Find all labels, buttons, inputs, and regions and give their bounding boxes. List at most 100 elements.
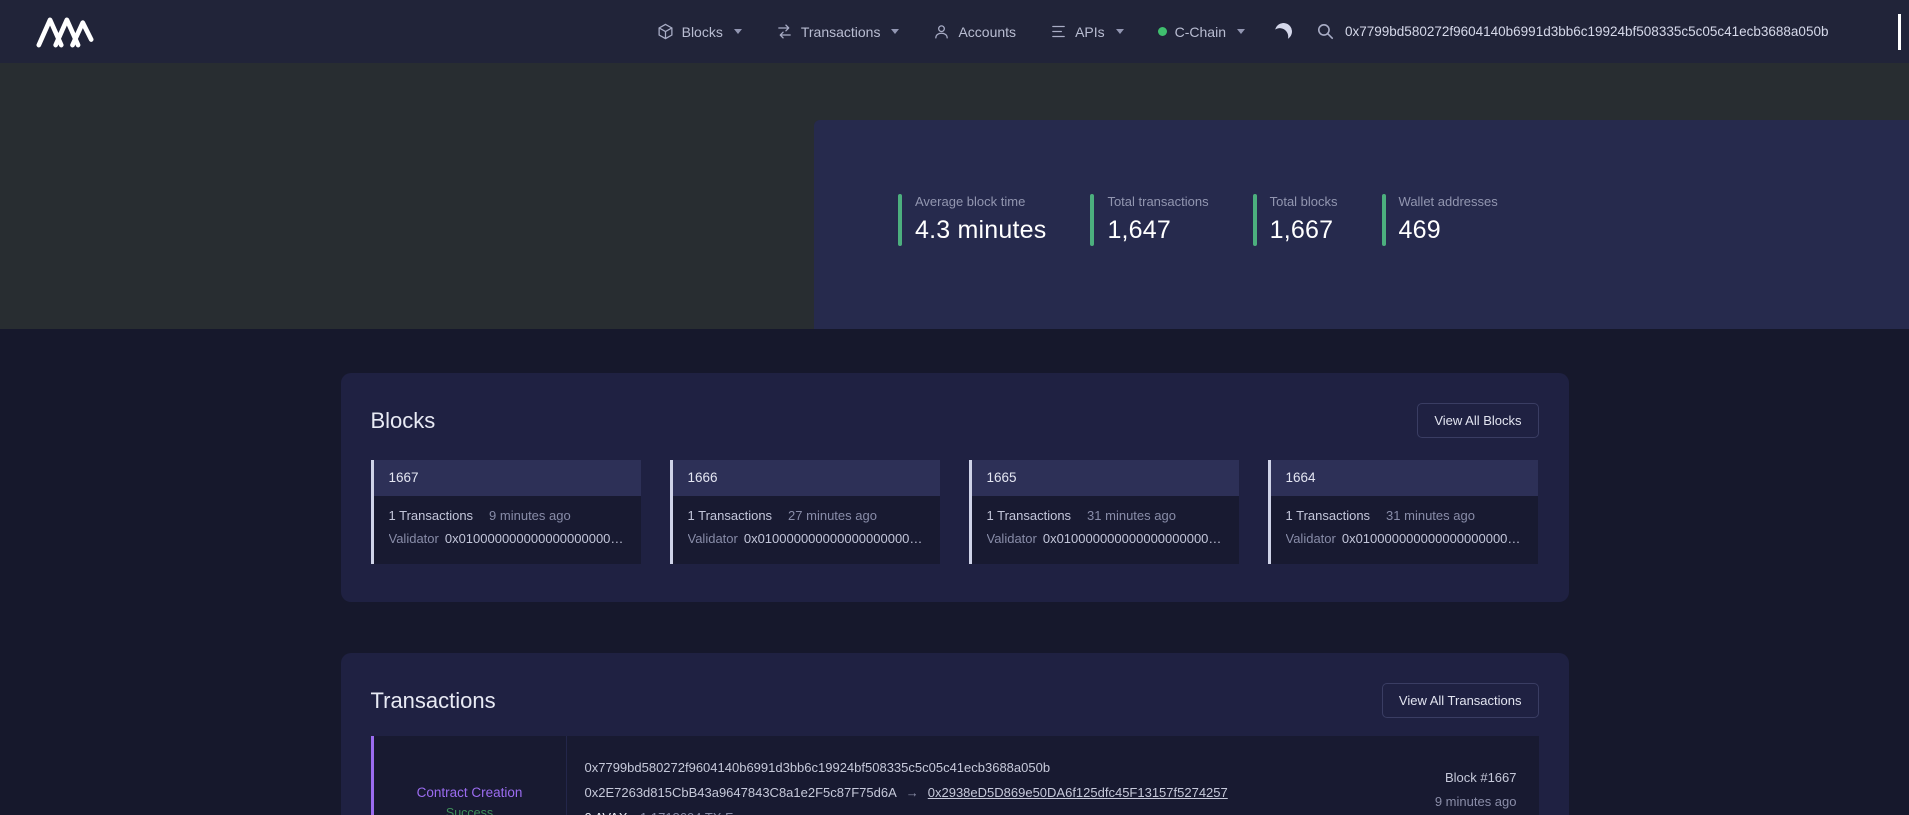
- stat-value: 4.3 minutes: [915, 216, 1046, 245]
- stat-value: 469: [1399, 216, 1498, 245]
- stat-wallet-addresses: Wallet addresses 469: [1382, 194, 1498, 246]
- transaction-type-badge: Contract Creation Success: [374, 736, 567, 815]
- blocks-section-header: Blocks View All Blocks: [371, 403, 1539, 438]
- blocks-cube-icon: [657, 23, 674, 40]
- block-card[interactable]: 1664 1 Transactions 31 minutes ago Valid…: [1268, 460, 1538, 564]
- nav-item-apis[interactable]: APIs: [1050, 23, 1124, 40]
- block-tx-count: 1 Transactions: [1286, 508, 1371, 523]
- accounts-person-icon: [933, 23, 950, 40]
- view-all-transactions-button[interactable]: View All Transactions: [1382, 683, 1539, 718]
- page: Blocks Transactions Accounts: [0, 0, 1909, 815]
- from-address: 0x2E7263d815CbB43a9647843C8a1e2F5c87F75d…: [585, 785, 897, 800]
- nav-blocks-label: Blocks: [682, 24, 723, 40]
- arrow-right-icon: →: [906, 785, 919, 800]
- block-tx-count: 1 Transactions: [389, 508, 474, 523]
- nav-chain-label: C-Chain: [1175, 24, 1226, 40]
- stat-label: Total transactions: [1107, 194, 1208, 209]
- transaction-fee[interactable]: 1.1718604 TX Fee: [640, 810, 747, 815]
- transactions-section: Transactions View All Transactions Contr…: [341, 653, 1569, 815]
- transaction-addresses: 0x2E7263d815CbB43a9647843C8a1e2F5c87F75d…: [585, 785, 1435, 800]
- block-number: 1666: [673, 460, 940, 496]
- block-card[interactable]: 1665 1 Transactions 31 minutes ago Valid…: [969, 460, 1239, 564]
- avalanche-logo[interactable]: [36, 15, 94, 49]
- stat-accent-bar: [1253, 194, 1257, 246]
- block-tx-count: 1 Transactions: [688, 508, 773, 523]
- transaction-row[interactable]: Contract Creation Success 0x7799bd580272…: [371, 736, 1539, 815]
- stat-total-transactions: Total transactions 1,647: [1090, 194, 1208, 246]
- theme-toggle[interactable]: [1275, 23, 1292, 40]
- block-number: 1664: [1271, 460, 1538, 496]
- validator-label: Validator: [688, 531, 738, 546]
- stats-panel: Average block time 4.3 minutes Total tra…: [814, 120, 1909, 329]
- validator-address: 0x0100000000000000000000000...: [1043, 531, 1224, 546]
- chevron-down-icon: [1116, 29, 1124, 34]
- transaction-time: 9 minutes ago: [1435, 794, 1517, 809]
- stat-label: Wallet addresses: [1399, 194, 1498, 209]
- block-time: 9 minutes ago: [489, 508, 571, 523]
- search-bar[interactable]: 0x7799bd580272f9604140b6991d3bb6c19924bf…: [1316, 0, 1901, 63]
- block-body: 1 Transactions 31 minutes ago Validator …: [972, 496, 1239, 564]
- stat-average-block-time: Average block time 4.3 minutes: [898, 194, 1046, 246]
- stat-label: Total blocks: [1270, 194, 1338, 209]
- top-navbar: Blocks Transactions Accounts: [0, 0, 1909, 63]
- chain-status-dot-icon: [1158, 27, 1167, 36]
- validator-label: Validator: [987, 531, 1037, 546]
- stat-accent-bar: [1382, 194, 1386, 246]
- transactions-title: Transactions: [371, 688, 496, 714]
- block-time: 31 minutes ago: [1087, 508, 1176, 523]
- stat-value: 1,647: [1107, 216, 1208, 245]
- block-card[interactable]: 1667 1 Transactions 9 minutes ago Valida…: [371, 460, 641, 564]
- validator-label: Validator: [389, 531, 439, 546]
- stat-accent-bar: [1090, 194, 1094, 246]
- block-number: 1667: [374, 460, 641, 496]
- search-input[interactable]: 0x7799bd580272f9604140b6991d3bb6c19924bf…: [1345, 24, 1828, 39]
- chevron-down-icon: [1237, 29, 1245, 34]
- stat-total-blocks: Total blocks 1,667: [1253, 194, 1338, 246]
- search-icon: [1316, 22, 1335, 41]
- validator-address: 0x0100000000000000000000000...: [1342, 531, 1523, 546]
- transaction-meta: Block #1667 9 minutes ago: [1435, 736, 1539, 815]
- block-body: 1 Transactions 31 minutes ago Validator …: [1271, 496, 1538, 564]
- stat-label: Average block time: [915, 194, 1046, 209]
- transaction-amounts: 0 AVAX 1.1718604 TX Fee: [585, 810, 1435, 815]
- view-all-blocks-button[interactable]: View All Blocks: [1417, 403, 1538, 438]
- nav-item-accounts[interactable]: Accounts: [933, 23, 1016, 40]
- validator-address: 0x0100000000000000000000000...: [445, 531, 626, 546]
- nav-item-transactions[interactable]: Transactions: [776, 23, 900, 40]
- blocks-section: Blocks View All Blocks 1667 1 Transactio…: [341, 373, 1569, 602]
- nav-apis-label: APIs: [1075, 24, 1105, 40]
- block-time: 27 minutes ago: [788, 508, 877, 523]
- block-card[interactable]: 1666 1 Transactions 27 minutes ago Valid…: [670, 460, 940, 564]
- main-content: Blocks View All Blocks 1667 1 Transactio…: [0, 329, 1909, 815]
- apis-list-icon: [1050, 23, 1067, 40]
- to-address-link[interactable]: 0x2938eD5D869e50DA6f125dfc45F13157f52742…: [928, 785, 1228, 800]
- block-time: 31 minutes ago: [1386, 508, 1475, 523]
- transaction-amount: 0 AVAX: [585, 810, 628, 815]
- block-body: 1 Transactions 9 minutes ago Validator 0…: [374, 496, 641, 564]
- transaction-hash-link[interactable]: 0x7799bd580272f9604140b6991d3bb6c19924bf…: [585, 760, 1435, 775]
- chevron-down-icon: [734, 29, 742, 34]
- main-nav: Blocks Transactions Accounts: [657, 23, 1245, 40]
- stat-accent-bar: [898, 194, 902, 246]
- validator-label: Validator: [1286, 531, 1336, 546]
- chevron-down-icon: [891, 29, 899, 34]
- avalanche-logo-icon: [36, 15, 94, 49]
- text-caret: [1898, 14, 1901, 50]
- transaction-block-link[interactable]: Block #1667: [1435, 770, 1517, 785]
- blocks-row: 1667 1 Transactions 9 minutes ago Valida…: [371, 460, 1539, 564]
- block-number: 1665: [972, 460, 1239, 496]
- stat-value: 1,667: [1270, 216, 1338, 245]
- transactions-section-header: Transactions View All Transactions: [371, 683, 1539, 718]
- block-tx-count: 1 Transactions: [987, 508, 1072, 523]
- nav-transactions-label: Transactions: [801, 24, 881, 40]
- block-body: 1 Transactions 27 minutes ago Validator …: [673, 496, 940, 564]
- nav-item-chain-selector[interactable]: C-Chain: [1158, 24, 1245, 40]
- nav-item-blocks[interactable]: Blocks: [657, 23, 742, 40]
- hero-section: Average block time 4.3 minutes Total tra…: [0, 63, 1909, 329]
- blocks-title: Blocks: [371, 408, 436, 434]
- transaction-details: 0x7799bd580272f9604140b6991d3bb6c19924bf…: [567, 736, 1435, 815]
- transaction-status: Success: [446, 806, 493, 815]
- transactions-arrows-icon: [776, 23, 793, 40]
- nav-accounts-label: Accounts: [958, 24, 1016, 40]
- validator-address: 0x0100000000000000000000000...: [744, 531, 925, 546]
